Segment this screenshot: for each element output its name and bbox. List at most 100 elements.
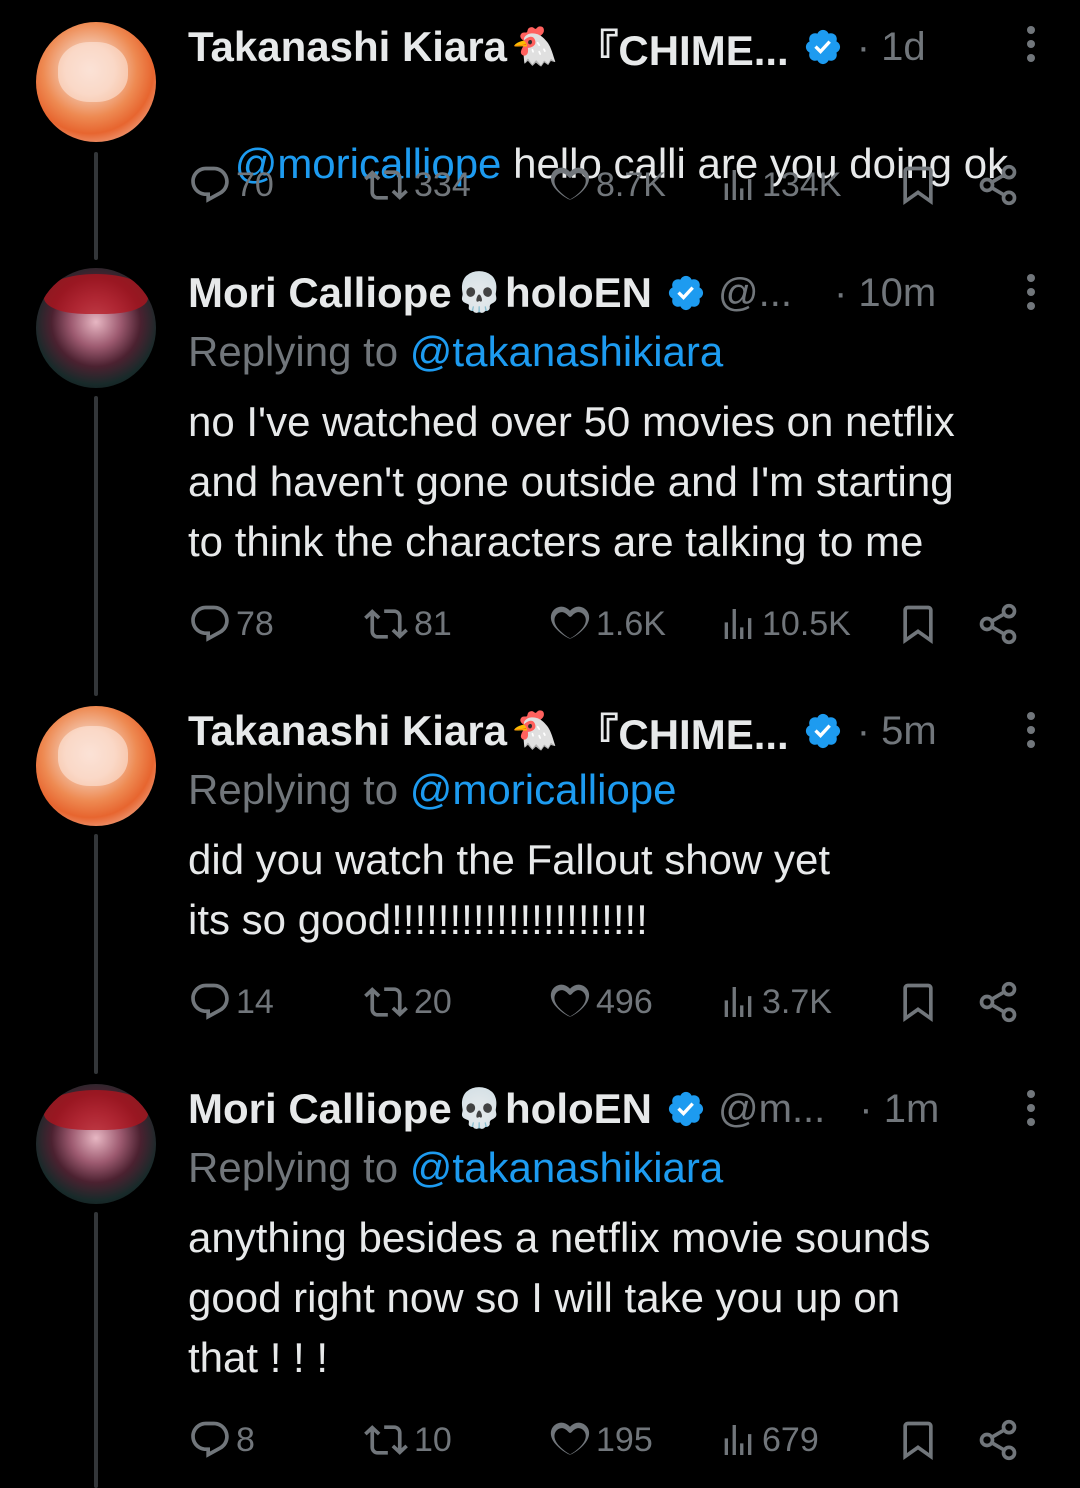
like-button[interactable]: 195 [548,1416,653,1464]
retweet-count: 20 [414,982,452,1021]
like-button[interactable]: 496 [548,978,653,1026]
share-button[interactable] [976,161,1020,209]
retweet-count: 334 [414,165,471,204]
replying-to: Replying to @takanashikiara [188,328,723,376]
share-icon [979,1419,1017,1461]
display-name-suffix[interactable]: 『CHIME... [576,701,788,762]
timestamp[interactable]: · 1m [859,1087,939,1132]
display-name[interactable]: Mori Calliope [188,1085,452,1133]
reply-icon [191,166,229,203]
replying-to: Replying to @takanashikiara [188,1144,723,1192]
chicken-emoji-icon: 🐔 [511,26,559,68]
reply-button[interactable]: 78 [188,600,274,648]
tweet[interactable]: Mori Calliope 💀 holoEN @... · 10m Replyi… [0,248,1080,686]
avatar[interactable] [36,268,156,388]
retweet-count: 10 [414,1420,452,1459]
reply-count: 70 [236,165,274,204]
share-icon [979,981,1017,1023]
share-button[interactable] [976,600,1020,648]
more-icon[interactable] [1026,712,1036,752]
more-icon[interactable] [1026,274,1036,314]
tweet-header: Mori Calliope 💀 holoEN @m... · 1m [188,1084,1048,1134]
like-button[interactable]: 8.7K [548,161,666,209]
views-button[interactable]: 10.5K [718,600,851,648]
reply-button[interactable]: 70 [188,161,274,209]
display-name-suffix[interactable]: holoEN [505,1085,652,1133]
avatar[interactable] [36,22,156,142]
verified-badge-icon [666,273,706,313]
retweet-icon [364,987,408,1017]
action-bar: 70 334 8.7K 134K [188,161,1038,209]
like-button[interactable]: 1.6K [548,600,666,648]
bookmark-button[interactable] [896,1416,940,1464]
tweet-header: Takanashi Kiara 🐔 『CHIME... · 5m [188,706,1048,758]
action-bar: 14 20 496 3.7K [188,978,1038,1026]
skull-emoji-icon: 💀 [455,272,504,314]
views-button[interactable]: 3.7K [718,978,832,1026]
reply-handle-link[interactable]: @takanashikiara [410,1144,723,1191]
like-count: 1.6K [596,604,666,643]
retweet-button[interactable]: 334 [362,161,471,209]
share-button[interactable] [976,1416,1020,1464]
views-count: 10.5K [762,604,851,643]
reply-count: 8 [236,1420,255,1459]
tweet[interactable]: Takanashi Kiara 🐔 『CHIME... · 5m Replyin… [0,686,1080,1064]
tweet-header: Mori Calliope 💀 holoEN @... · 10m [188,268,1048,318]
retweet-icon [364,1425,408,1455]
replying-to-label: Replying to [188,766,410,813]
views-icon [724,1425,752,1455]
skull-emoji-icon: 💀 [455,1088,504,1130]
retweet-button[interactable]: 81 [362,600,452,648]
views-button[interactable]: 679 [718,1416,819,1464]
like-count: 496 [596,982,653,1021]
avatar[interactable] [36,1084,156,1204]
bookmark-button[interactable] [896,978,940,1026]
views-count: 3.7K [762,982,832,1021]
display-name-suffix[interactable]: holoEN [505,269,652,317]
views-count: 679 [762,1420,819,1459]
heart-icon [550,984,590,1017]
views-icon [724,987,752,1017]
replying-to-label: Replying to [188,1144,410,1191]
reply-button[interactable]: 14 [188,978,274,1026]
verified-badge-icon [803,27,843,67]
bookmark-button[interactable] [896,600,940,648]
tweet[interactable]: Mori Calliope 💀 holoEN @m... · 1m Replyi… [0,1064,1080,1488]
user-handle[interactable]: @m... [718,1087,825,1132]
share-button[interactable] [976,978,1020,1026]
views-button[interactable]: 134K [718,161,841,209]
tweet-text: anything besides a netflix movie sounds … [188,1214,931,1381]
heart-icon [550,167,590,200]
views-icon [724,170,752,200]
timestamp[interactable]: · 1d [857,25,926,70]
reply-button[interactable]: 8 [188,1416,255,1464]
user-handle[interactable]: @... [718,271,792,316]
more-icon[interactable] [1026,26,1036,66]
retweet-button[interactable]: 10 [362,1416,452,1464]
retweet-icon [364,170,408,200]
display-name-suffix[interactable]: 『CHIME... [576,17,788,78]
reply-handle-link[interactable]: @takanashikiara [410,328,723,375]
bookmark-button[interactable] [896,161,940,209]
reply-icon [191,983,229,1020]
bookmark-icon [903,166,933,206]
reply-handle-link[interactable]: @moricalliope [410,766,677,813]
like-count: 195 [596,1420,653,1459]
bookmark-icon [903,1421,933,1461]
avatar[interactable] [36,706,156,826]
display-name[interactable]: Takanashi Kiara [188,707,507,755]
more-icon[interactable] [1026,1090,1036,1130]
display-name[interactable]: Takanashi Kiara [188,23,507,71]
action-bar: 8 10 195 679 [188,1416,1038,1464]
display-name[interactable]: Mori Calliope [188,269,452,317]
retweet-button[interactable]: 20 [362,978,452,1026]
timestamp[interactable]: · 10m [834,271,936,316]
tweet[interactable]: Takanashi Kiara 🐔 『CHIME... · 1d @morica… [0,0,1080,250]
tweet-text: no I've watched over 50 movies on netfli… [188,398,955,565]
bookmark-icon [903,605,933,645]
reply-icon [191,1421,229,1458]
retweet-icon [364,609,408,639]
chicken-emoji-icon: 🐔 [511,710,559,752]
reply-count: 78 [236,604,274,643]
timestamp[interactable]: · 5m [857,709,937,754]
